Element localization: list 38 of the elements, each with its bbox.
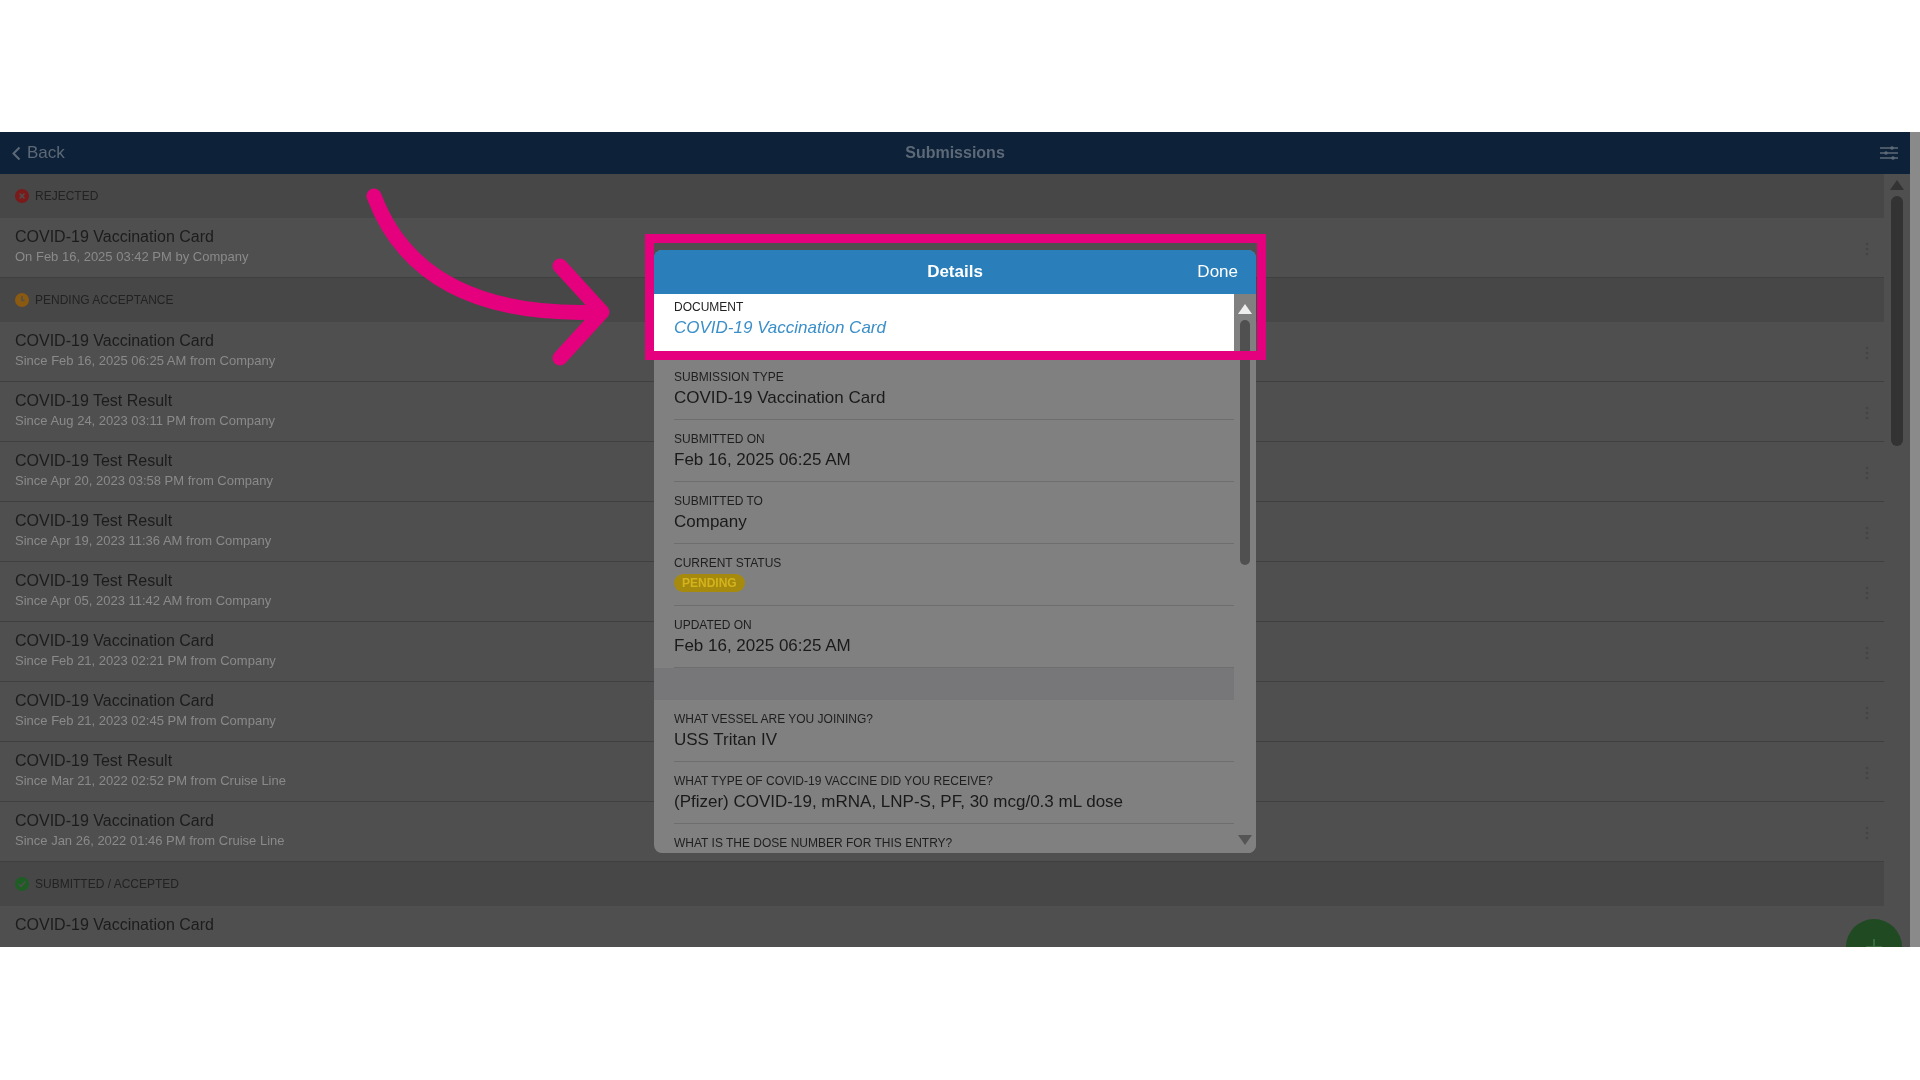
- field-value: Company: [674, 512, 747, 532]
- scroll-down-icon[interactable]: [1238, 835, 1252, 845]
- field-label: SUBMITTED TO: [674, 494, 763, 508]
- question-label: WHAT IS THE DOSE NUMBER FOR THIS ENTRY?: [674, 836, 953, 850]
- check-icon: [15, 877, 29, 891]
- field-label: SUBMITTED ON: [674, 432, 765, 446]
- error-icon: [15, 189, 29, 203]
- field-label: DOCUMENT: [674, 300, 744, 314]
- filter-button[interactable]: [1880, 146, 1898, 160]
- chevron-left-icon: [12, 145, 21, 161]
- submission-subtitle: Since Feb 21, 2023 02:45 PM from Company: [15, 713, 276, 728]
- submission-subtitle: Since Mar 21, 2022 02:52 PM from Cruise Line: [15, 773, 286, 788]
- submission-subtitle: Since Apr 19, 2023 11:36 AM from Company: [15, 533, 272, 548]
- answer-value: USS Tritan IV: [674, 730, 777, 750]
- page-title: Submissions: [905, 144, 1005, 161]
- field-label: UPDATED ON: [674, 618, 752, 632]
- submission-subtitle: Since Jan 26, 2022 01:46 PM from Cruise Line: [15, 833, 285, 848]
- sliders-icon: [1880, 146, 1898, 160]
- field-value: COVID-19 Vaccination Card: [674, 388, 886, 408]
- submission-subtitle: Since Aug 24, 2023 03:11 PM from Company: [15, 413, 275, 428]
- question-label: WHAT TYPE OF COVID-19 VACCINE DID YOU RECEIVE?: [674, 774, 993, 788]
- scroll-up-icon[interactable]: [1890, 180, 1904, 190]
- submission-subtitle: Since Apr 20, 2023 03:58 PM from Company: [15, 473, 273, 488]
- question-label: WHAT VESSEL ARE YOU JOINING?: [674, 712, 873, 726]
- field-label: SUBMISSION TYPE: [674, 370, 784, 384]
- field-value: Feb 16, 2025 06:25 AM: [674, 636, 851, 656]
- scroll-up-icon[interactable]: [1238, 304, 1252, 314]
- submission-subtitle: On Feb 16, 2025 03:42 PM by Company: [15, 249, 249, 264]
- field-value: Feb 16, 2025 06:25 AM: [674, 450, 851, 470]
- back-button[interactable]: Back: [12, 143, 65, 163]
- scrollbar-thumb[interactable]: [1240, 320, 1250, 565]
- submission-subtitle: Since Apr 05, 2023 11:42 AM from Company: [15, 593, 272, 608]
- submission-subtitle: Since Feb 16, 2025 06:25 AM from Company: [15, 353, 276, 368]
- scrollbar-thumb[interactable]: [1891, 196, 1903, 446]
- submission-subtitle: Since Feb 21, 2023 02:21 PM from Company: [15, 653, 276, 668]
- clock-icon: [15, 293, 29, 307]
- field-label: CURRENT STATUS: [674, 556, 782, 570]
- answer-value: (Pfizer) COVID-19, mRNA, LNP-S, PF, 30 mcg/0.3 mL dose: [674, 792, 1124, 812]
